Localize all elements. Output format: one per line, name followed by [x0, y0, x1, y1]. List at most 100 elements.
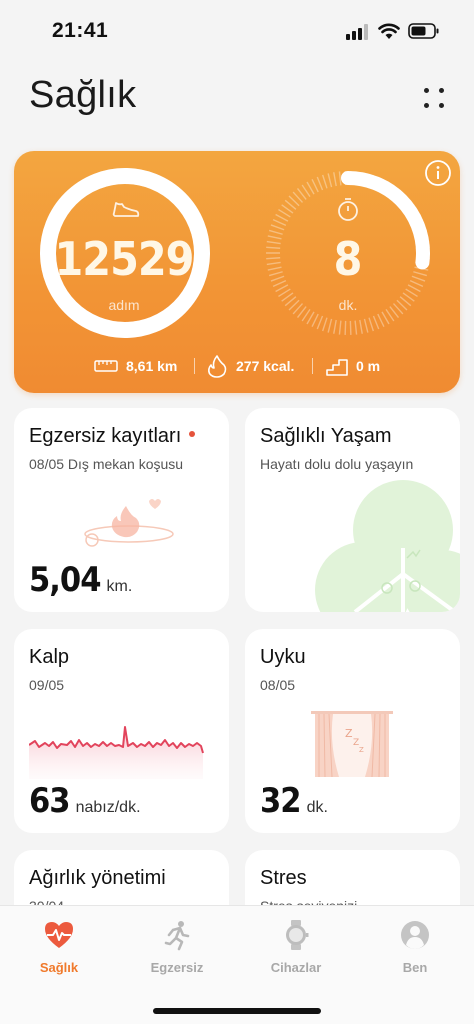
steps-value: 12529 [54, 232, 195, 286]
minutes-ring-tick [311, 313, 319, 328]
ruler-icon [94, 360, 118, 372]
tile-title: Sağlıklı Yaşam [260, 425, 392, 447]
minutes-ring-tick [381, 311, 390, 325]
minutes-ring-tick [268, 271, 283, 277]
exercise-records-tile[interactable]: Egzersiz kayıtları 08/05 Dış mekan koşus… [14, 408, 229, 612]
tile-subtitle: Hayatı dolu dolu yaşayın [260, 456, 414, 472]
nav-label: Egzersiz [150, 960, 204, 975]
minutes-ring-tick [272, 219, 287, 226]
svg-text:Z: Z [359, 746, 364, 754]
active-minutes-unit: dk. [338, 297, 358, 313]
minutes-ring-tick [267, 266, 282, 271]
minutes-ring-tick [270, 275, 285, 282]
minutes-ring-tick [333, 319, 337, 334]
distance-unit: km. [106, 578, 133, 595]
svg-text:Z: Z [345, 727, 353, 740]
nav-tab-me[interactable]: Ben [356, 914, 474, 990]
heart-pulse-icon [45, 922, 73, 948]
sleep-number: 32 [260, 781, 302, 821]
grid-menu-button[interactable] [420, 84, 448, 112]
nav-label: Cihazlar [270, 960, 322, 975]
cellular-signal-icon [346, 24, 370, 40]
minutes-ring-tick [368, 317, 375, 332]
running-icon [164, 921, 190, 951]
minutes-ring-tick [411, 275, 426, 282]
exercise-illustration [84, 499, 174, 547]
tile-value: 5,04 km. [29, 560, 132, 600]
status-bar: 21:41 [0, 0, 474, 62]
distance-number: 5,04 [29, 560, 101, 600]
home-indicator [153, 1008, 321, 1014]
tile-value: 63 nabız/dk. [29, 781, 141, 821]
calories-stat: 277 kcal. [206, 353, 294, 379]
minutes-ring-tick [321, 174, 328, 189]
heart-rate-number: 63 [29, 781, 71, 821]
minutes-ring-tick [363, 318, 369, 333]
wifi-icon [378, 23, 400, 39]
minutes-ring-tick [306, 181, 315, 195]
minutes-ring-tick [266, 246, 281, 249]
healthy-living-tile[interactable]: Sağlıklı Yaşam Hayatı dolu dolu yaşayın [245, 408, 460, 612]
minutes-ring-tick [359, 319, 363, 334]
minutes-ring-tick [266, 240, 281, 245]
clover-illustration [315, 480, 460, 612]
nav-tab-health[interactable]: Sağlık [0, 914, 118, 990]
tile-title: Stres [260, 867, 307, 889]
tile-title: Egzersiz kayıtları [29, 425, 196, 448]
minutes-ring-tick [266, 257, 281, 260]
heart-rate-sparkline [29, 726, 204, 779]
bottom-navigation: Sağlık Egzersiz Cihazlar Ben [0, 905, 474, 1024]
minutes-ring-tick [311, 178, 319, 193]
tile-subtitle: 09/05 [29, 677, 65, 693]
minutes-ring-tick [268, 229, 283, 235]
watch-icon [286, 920, 309, 950]
sleep-tile[interactable]: Uyku 08/05 Z Z Z 32 dk. [245, 629, 460, 833]
minutes-ring-tick [372, 315, 380, 330]
minutes-ring-tick [275, 284, 289, 293]
minutes-ring-tick [409, 280, 424, 287]
tile-title: Kalp [29, 646, 70, 668]
minutes-ring-tick [316, 176, 324, 191]
nav-tab-devices[interactable]: Cihazlar [237, 914, 355, 990]
tile-title: Uyku [260, 646, 306, 668]
minutes-ring-tick [354, 320, 358, 335]
tile-subtitle: 08/05 Dış mekan koşusu [29, 456, 184, 472]
floors-stat: 0 m [326, 353, 380, 379]
sleep-unit: dk. [306, 799, 328, 816]
distance-stat: 8,61 km [94, 353, 177, 379]
minutes-ring-tick [266, 261, 281, 266]
info-icon[interactable] [424, 159, 452, 187]
stairs-icon [326, 359, 348, 376]
profile-icon [401, 921, 429, 949]
minutes-ring-tick [327, 318, 333, 333]
minutes-ring-tick [377, 313, 385, 328]
minutes-ring-tick [321, 317, 328, 332]
page-title: Sağlık [29, 74, 137, 116]
minutes-ring-tick [306, 311, 315, 325]
stat-divider [312, 358, 313, 374]
active-minutes-value: 8 [333, 232, 363, 286]
nav-label: Sağlık [39, 960, 79, 975]
flame-icon [207, 355, 227, 378]
status-time: 21:41 [52, 19, 109, 42]
nav-label: Ben [402, 960, 428, 975]
floors-value: 0 m [356, 358, 381, 374]
minutes-ring-tick [272, 280, 287, 287]
notification-dot [189, 430, 196, 437]
minutes-ring-tick [333, 172, 337, 187]
minutes-ring-tick [275, 213, 289, 222]
battery-icon [408, 23, 439, 39]
minutes-ring-tick [338, 320, 342, 335]
minutes-ring-tick [267, 235, 282, 240]
heart-rate-tile[interactable]: Kalp 09/05 63 nabız/dk. [14, 629, 229, 833]
tile-value: 32 dk. [260, 781, 328, 821]
stopwatch-icon [338, 198, 358, 221]
minutes-ring-tick [327, 173, 333, 188]
minutes-ring-tick [413, 271, 428, 277]
tile-title: Ağırlık yönetimi [29, 867, 166, 889]
nav-tab-exercise[interactable]: Egzersiz [118, 914, 236, 990]
steps-unit: adım [108, 297, 140, 313]
distance-value: 8,61 km [126, 358, 178, 374]
minutes-ring-tick [407, 284, 421, 293]
curtain-illustration: Z Z Z [311, 711, 393, 778]
